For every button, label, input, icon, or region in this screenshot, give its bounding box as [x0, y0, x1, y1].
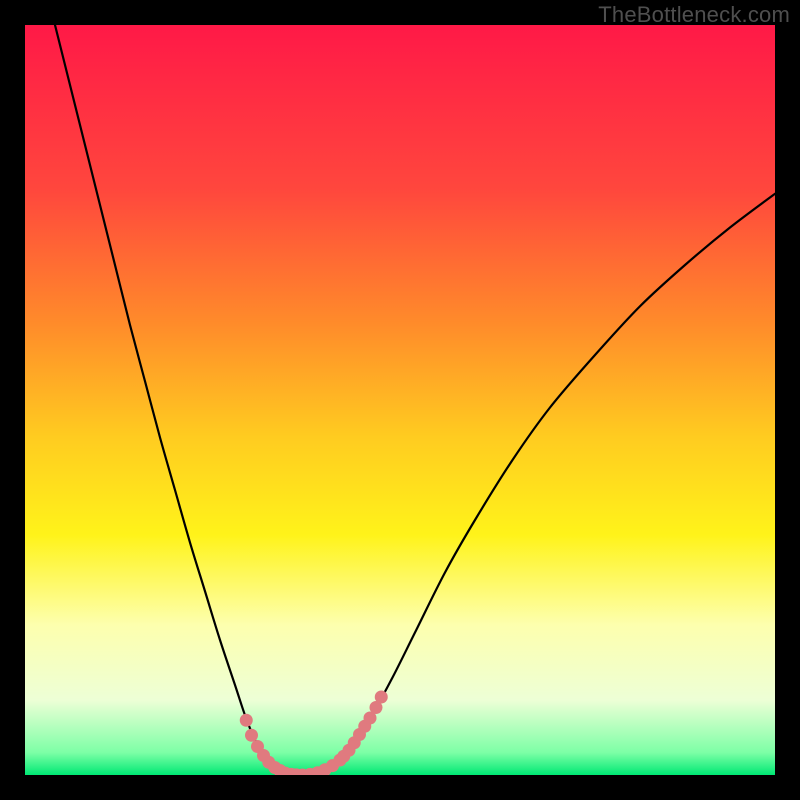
highlight-dot [240, 714, 253, 727]
chart-frame: TheBottleneck.com [0, 0, 800, 800]
highlight-dot [375, 691, 388, 704]
plot-area [25, 25, 775, 775]
chart-svg [25, 25, 775, 775]
highlight-dot [245, 729, 258, 742]
